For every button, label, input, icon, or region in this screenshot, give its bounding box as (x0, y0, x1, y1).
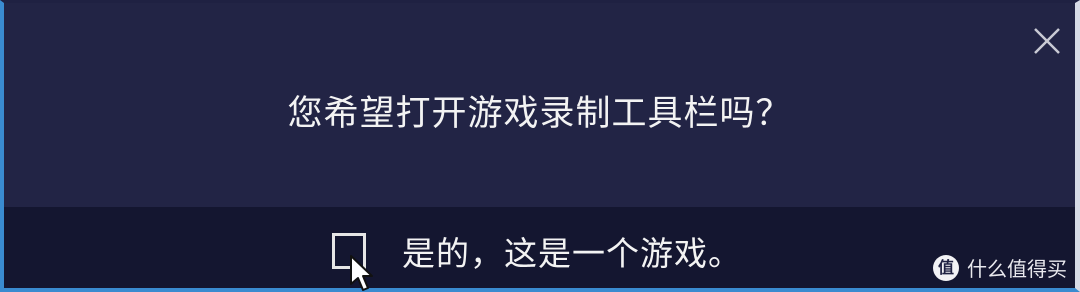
watermark-text: 什么值得买 (967, 257, 1067, 281)
mouse-pointer-icon (350, 255, 373, 291)
watermark: 值 什么值得买 (933, 253, 1067, 282)
game-confirm-checkbox[interactable] (332, 233, 373, 291)
dialog-footer: 是的，这是一个游戏。 值 什么值得买 (4, 207, 1075, 291)
game-confirm-label: 是的，这是一个游戏。 (402, 234, 742, 273)
watermark-logo-icon: 值 (933, 254, 959, 281)
dialog-message-panel: 您希望打开游戏录制工具栏吗？ (4, 3, 1075, 207)
game-bar-dialog: 您希望打开游戏录制工具栏吗？ 是的，这是一个游戏。 值 什么值得买 (0, 0, 1080, 292)
game-confirm-checkbox-row[interactable]: 是的，这是一个游戏。 (332, 227, 742, 291)
watermark-logo-char: 值 (937, 257, 954, 277)
close-button[interactable] (1027, 21, 1067, 61)
dialog-question: 您希望打开游戏录制工具栏吗？ (287, 94, 792, 134)
close-icon (1034, 28, 1060, 54)
